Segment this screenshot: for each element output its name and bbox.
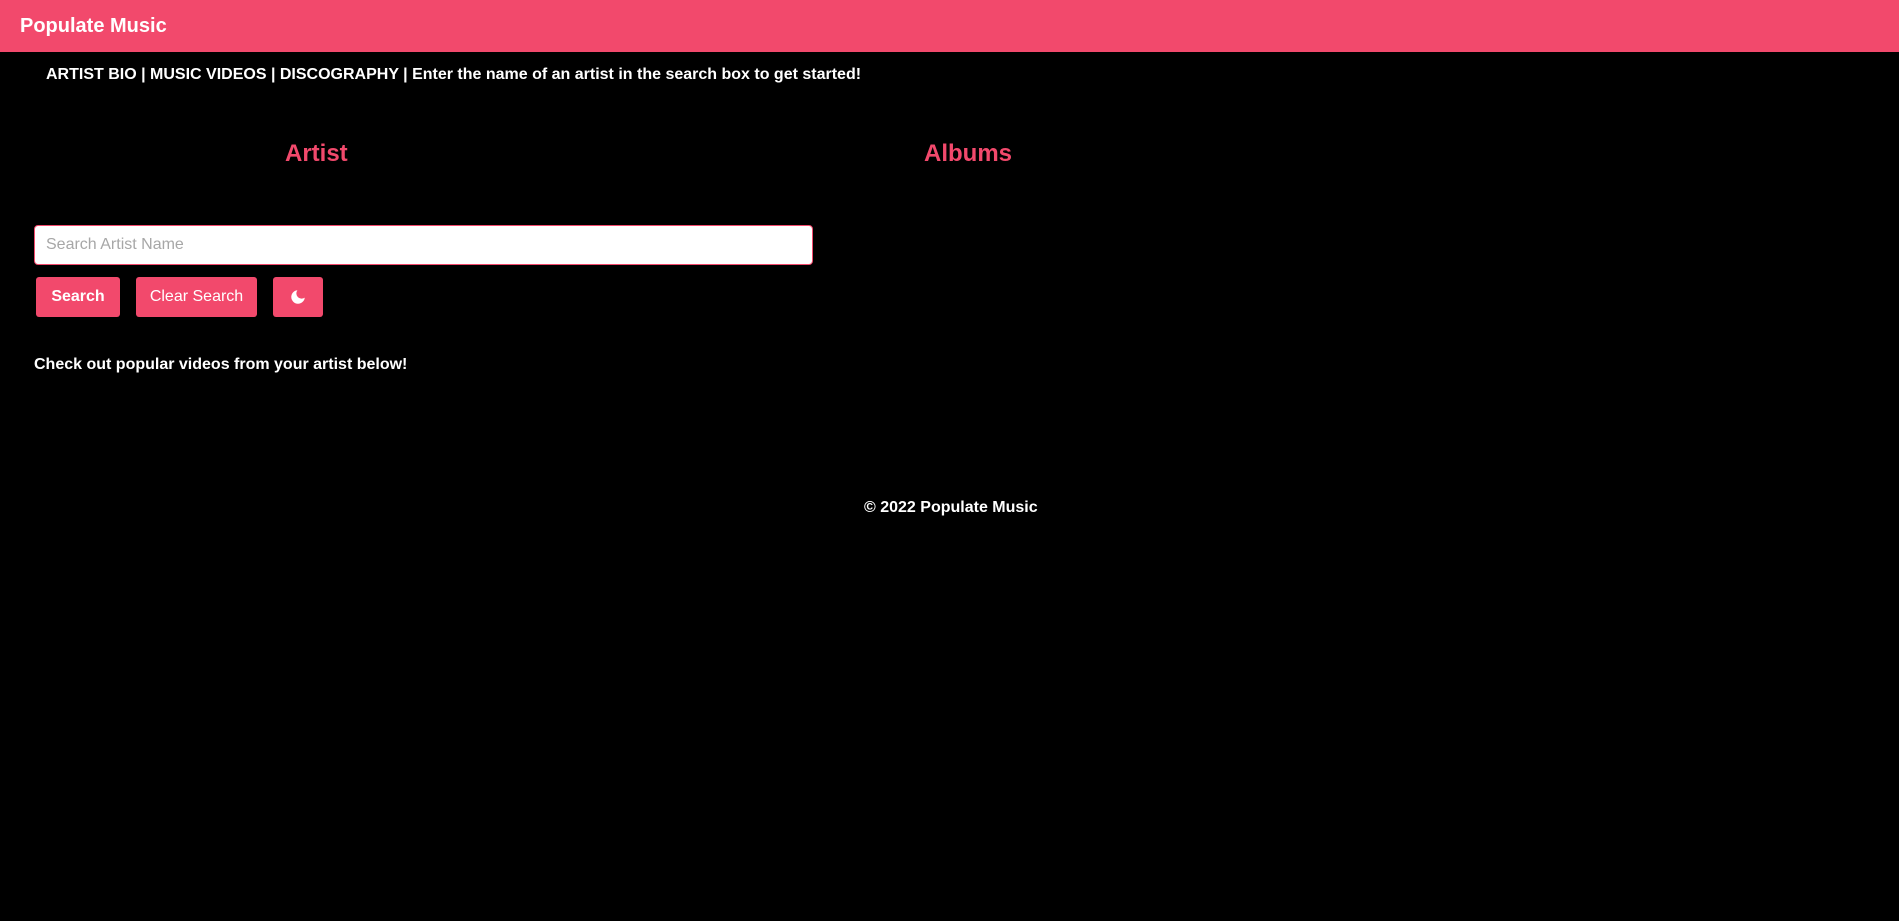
dark-mode-toggle-button[interactable] <box>273 277 323 317</box>
search-button[interactable]: Search <box>36 277 120 317</box>
footer-copyright: © 2022 Populate Music <box>864 499 1038 516</box>
brand-title[interactable]: Populate Music <box>20 15 167 38</box>
artist-search-input[interactable] <box>34 225 813 265</box>
clear-search-button[interactable]: Clear Search <box>136 277 257 317</box>
videos-prompt-text: Check out popular videos from your artis… <box>34 356 408 373</box>
top-navbar: Populate Music <box>0 0 1899 52</box>
albums-heading: Albums <box>924 140 1013 167</box>
page-tagline: ARTIST BIO | MUSIC VIDEOS | DISCOGRAPHY … <box>46 66 862 83</box>
moon-icon <box>289 288 307 306</box>
artist-heading: Artist <box>285 140 348 167</box>
